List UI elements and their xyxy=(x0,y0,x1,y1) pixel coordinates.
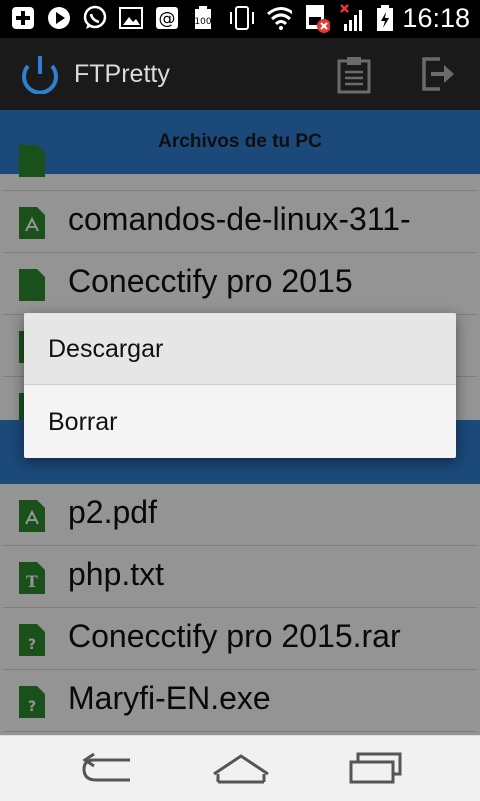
app-logo-icon xyxy=(20,52,60,99)
battery-100-icon: 100 xyxy=(190,5,216,31)
svg-text:100: 100 xyxy=(194,17,211,27)
download-menu-item[interactable]: Descargar xyxy=(24,313,456,385)
vibrate-icon xyxy=(228,5,254,31)
action-bar: FTPretty xyxy=(0,38,480,110)
add-icon xyxy=(10,5,36,31)
recents-icon[interactable] xyxy=(348,752,404,791)
signal-off-icon xyxy=(340,4,366,31)
at-icon: @ xyxy=(154,5,180,31)
home-icon[interactable] xyxy=(212,752,270,791)
clipboard-icon[interactable] xyxy=(336,56,372,99)
gallery-icon xyxy=(118,5,144,31)
status-bar: @ 100 16:18 xyxy=(0,0,480,38)
svg-text:@: @ xyxy=(159,9,176,29)
context-menu-dialog: Descargar Borrar xyxy=(24,313,456,458)
status-time: 16:18 xyxy=(402,3,470,33)
app-title: FTPretty xyxy=(74,60,170,88)
sim-error-icon xyxy=(304,5,330,33)
delete-menu-item[interactable]: Borrar xyxy=(24,386,456,458)
logout-icon[interactable] xyxy=(420,56,456,97)
navigation-bar xyxy=(0,735,480,801)
wifi-icon xyxy=(266,5,292,31)
whatsapp-icon xyxy=(82,5,108,31)
play-icon xyxy=(46,5,72,31)
battery-charging-icon xyxy=(372,5,398,31)
back-icon[interactable] xyxy=(80,752,136,791)
